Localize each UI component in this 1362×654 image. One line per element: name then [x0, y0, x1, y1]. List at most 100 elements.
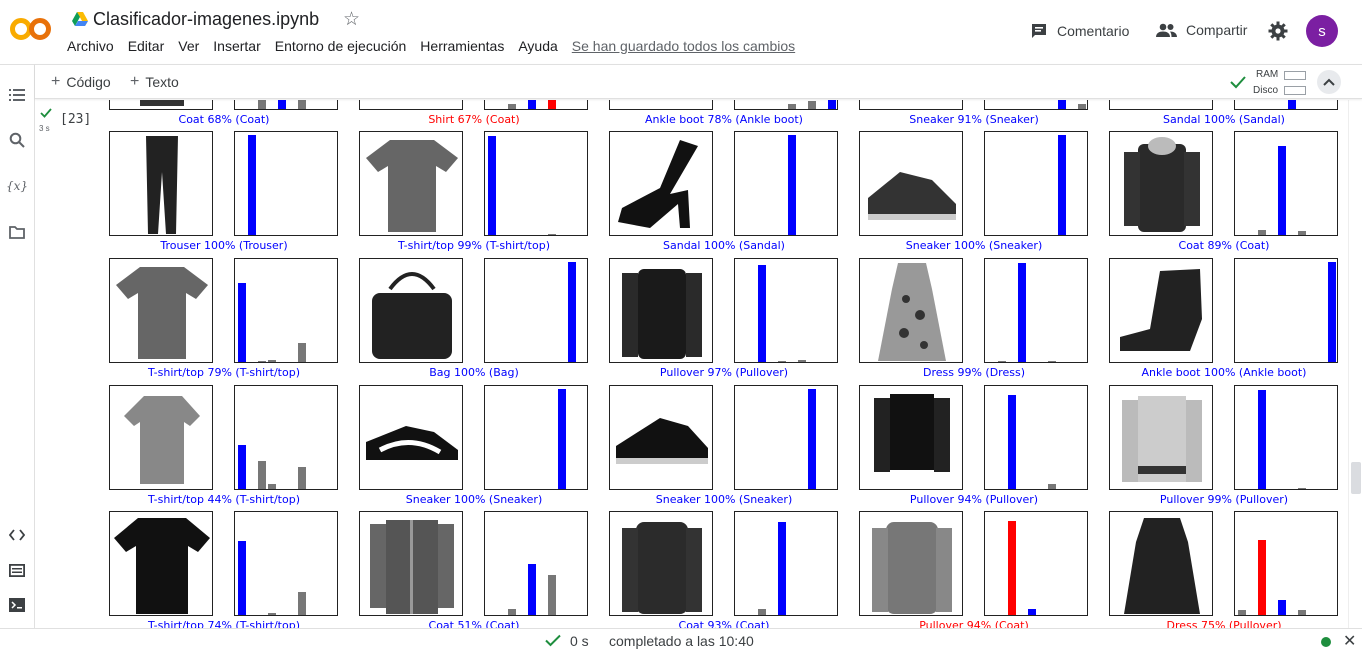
probability-bar: [268, 613, 276, 615]
menu-herramientas[interactable]: Herramientas: [420, 38, 504, 54]
plus-icon: +: [130, 73, 140, 90]
sample-image: [609, 131, 713, 236]
avatar[interactable]: s: [1306, 15, 1338, 47]
probability-bar: [508, 609, 516, 615]
probability-bar: [828, 100, 836, 109]
probability-bar: [778, 361, 786, 362]
toc-icon[interactable]: [7, 85, 27, 105]
probability-chart: [1234, 100, 1338, 110]
menu-insertar[interactable]: Insertar: [213, 38, 260, 54]
probability-bar: [1058, 135, 1066, 235]
connection-status-icon: [1321, 637, 1331, 647]
notebook-title[interactable]: Clasificador-imagenes.ipynb: [93, 9, 319, 30]
probability-chart: [484, 258, 588, 363]
probability-bar: [808, 389, 816, 489]
share-label: Compartir: [1186, 22, 1248, 38]
prediction-label: Coat 51% (Coat): [428, 619, 520, 628]
prediction-label: Sneaker 100% (Sneaker): [655, 493, 793, 506]
probability-bar: [1078, 104, 1086, 109]
sample-image: [859, 100, 963, 110]
star-icon[interactable]: ☆: [343, 8, 360, 31]
search-icon[interactable]: [7, 130, 27, 150]
probability-bar: [1278, 600, 1286, 615]
probability-bar: [298, 343, 306, 362]
probability-bar: [238, 283, 246, 362]
notebook-toolbar: + Código + Texto RAM Disco: [35, 64, 1362, 99]
close-icon[interactable]: ✕: [1343, 631, 1356, 651]
probability-bar: [508, 104, 516, 109]
ram-bar: [1284, 71, 1306, 80]
probability-chart: [1234, 258, 1338, 363]
disk-label: Disco: [1253, 85, 1279, 96]
saved-status-link[interactable]: Se han guardado todos los cambios: [572, 38, 795, 54]
sample-image: [359, 385, 463, 490]
collapse-button[interactable]: [1317, 70, 1341, 94]
probability-bar: [1048, 361, 1056, 362]
probability-bar: [1028, 609, 1036, 615]
terminal-icon[interactable]: [7, 595, 27, 615]
gear-icon[interactable]: [1268, 21, 1288, 46]
probability-chart: [234, 131, 338, 236]
probability-chart: [234, 258, 338, 363]
prediction-label: Trouser 100% (Trouser): [160, 239, 288, 252]
sample-image: [1109, 258, 1213, 363]
probability-bar: [1018, 263, 1026, 362]
probability-bar: [788, 135, 796, 235]
folder-icon[interactable]: [7, 222, 27, 242]
prediction-label: Coat 89% (Coat): [1178, 239, 1270, 252]
comment-button[interactable]: Comentario: [1030, 22, 1129, 40]
probability-bar: [298, 592, 306, 615]
probability-bar: [1048, 484, 1056, 489]
cell-output: 3 s [23] Coat 68% (Coat) Shirt 67% (Coat)…: [36, 100, 1348, 628]
code-snippets-icon[interactable]: [7, 525, 27, 545]
exec-count[interactable]: [23]: [60, 112, 91, 127]
prediction-label: Sandal 100% (Sandal): [663, 239, 785, 252]
probability-chart: [984, 385, 1088, 490]
probability-bar: [758, 609, 766, 615]
sample-image: [859, 258, 963, 363]
probability-bar: [548, 575, 556, 615]
menu-ayuda[interactable]: Ayuda: [518, 38, 557, 54]
comment-icon: [1032, 24, 1046, 38]
menu-archivo[interactable]: Archivo: [67, 38, 114, 54]
sample-image: [359, 131, 463, 236]
probability-bar: [258, 100, 266, 109]
probability-chart: [234, 385, 338, 490]
add-code-button[interactable]: + Código: [51, 73, 111, 91]
avatar-letter: s: [1318, 22, 1326, 40]
scrollbar-thumb[interactable]: [1351, 462, 1361, 494]
probability-bar: [528, 564, 536, 615]
probability-bar: [1058, 100, 1066, 109]
probability-chart: [484, 131, 588, 236]
chevron-up-icon: [1323, 78, 1335, 86]
menu-editar[interactable]: Editar: [128, 38, 165, 54]
probability-bar: [238, 541, 246, 615]
probability-bar: [1238, 610, 1246, 615]
scrollbar[interactable]: [1348, 100, 1362, 628]
probability-chart: [484, 511, 588, 616]
probability-chart: [734, 131, 838, 236]
people-icon: [1156, 23, 1177, 37]
probability-chart: [234, 100, 338, 110]
variables-icon[interactable]: {x}: [6, 176, 28, 196]
probability-chart: [984, 131, 1088, 236]
command-palette-icon[interactable]: [7, 560, 27, 580]
add-text-button[interactable]: + Texto: [130, 73, 179, 91]
sample-image: [1109, 385, 1213, 490]
probability-bar: [558, 389, 566, 489]
menu-ver[interactable]: Ver: [178, 38, 199, 54]
probability-bar: [1288, 100, 1296, 109]
probability-bar: [248, 135, 256, 235]
prediction-label: Sandal 100% (Sandal): [1163, 113, 1285, 126]
colab-logo[interactable]: [10, 14, 52, 44]
probability-bar: [808, 101, 816, 109]
probability-bar: [788, 104, 796, 109]
share-button[interactable]: Compartir: [1156, 22, 1247, 38]
probability-chart: [734, 100, 838, 110]
check-icon: [40, 108, 52, 118]
probability-chart: [984, 258, 1088, 363]
probability-bar: [548, 100, 556, 109]
menu-entorno[interactable]: Entorno de ejecución: [275, 38, 407, 54]
prediction-label: Sneaker 100% (Sneaker): [405, 493, 543, 506]
drive-icon[interactable]: [72, 12, 88, 31]
